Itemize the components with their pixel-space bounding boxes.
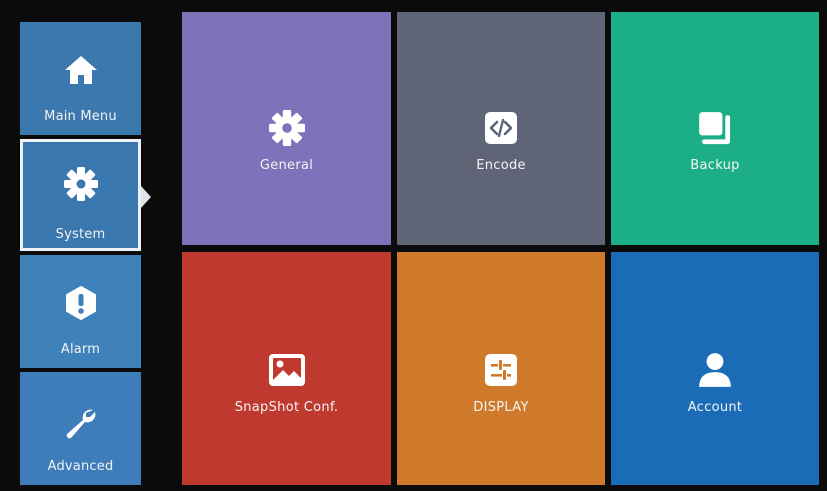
sidebar-item-label: Main Menu	[44, 109, 117, 124]
gear-icon	[182, 110, 391, 146]
sidebar-item-system[interactable]: System	[20, 139, 141, 251]
sidebar-item-alarm[interactable]: Alarm	[20, 255, 141, 368]
sidebar-item-advanced[interactable]: Advanced	[20, 372, 141, 485]
tile-label: General	[259, 158, 314, 173]
tile-account[interactable]: Account	[611, 252, 819, 485]
user-icon	[611, 352, 819, 388]
sidebar-item-label: System	[55, 227, 106, 242]
selection-pointer	[141, 186, 151, 208]
tile-label: DISPLAY	[473, 400, 529, 415]
tile-label: Backup	[690, 158, 740, 173]
system-menu-screen: Main Menu System Alarm Advanced General …	[0, 0, 827, 491]
tile-general[interactable]: General	[182, 12, 391, 245]
sidebar-item-label: Advanced	[47, 459, 114, 474]
alert-icon	[20, 285, 141, 321]
tile-label: Encode	[476, 158, 526, 173]
tile-display[interactable]: DISPLAY	[397, 252, 605, 485]
sidebar-item-label: Alarm	[60, 342, 101, 357]
backup-icon	[611, 110, 819, 146]
sliders-icon	[397, 352, 605, 388]
tile-label: Account	[687, 400, 743, 415]
gear-icon	[23, 166, 138, 202]
home-icon	[20, 52, 141, 88]
tile-backup[interactable]: Backup	[611, 12, 819, 245]
wrench-icon	[20, 406, 141, 442]
image-icon	[182, 352, 391, 388]
tile-snapshot-conf[interactable]: SnapShot Conf.	[182, 252, 391, 485]
code-icon	[397, 110, 605, 146]
tile-label: SnapShot Conf.	[234, 400, 339, 415]
sidebar-item-main-menu[interactable]: Main Menu	[20, 22, 141, 135]
tile-encode[interactable]: Encode	[397, 12, 605, 245]
